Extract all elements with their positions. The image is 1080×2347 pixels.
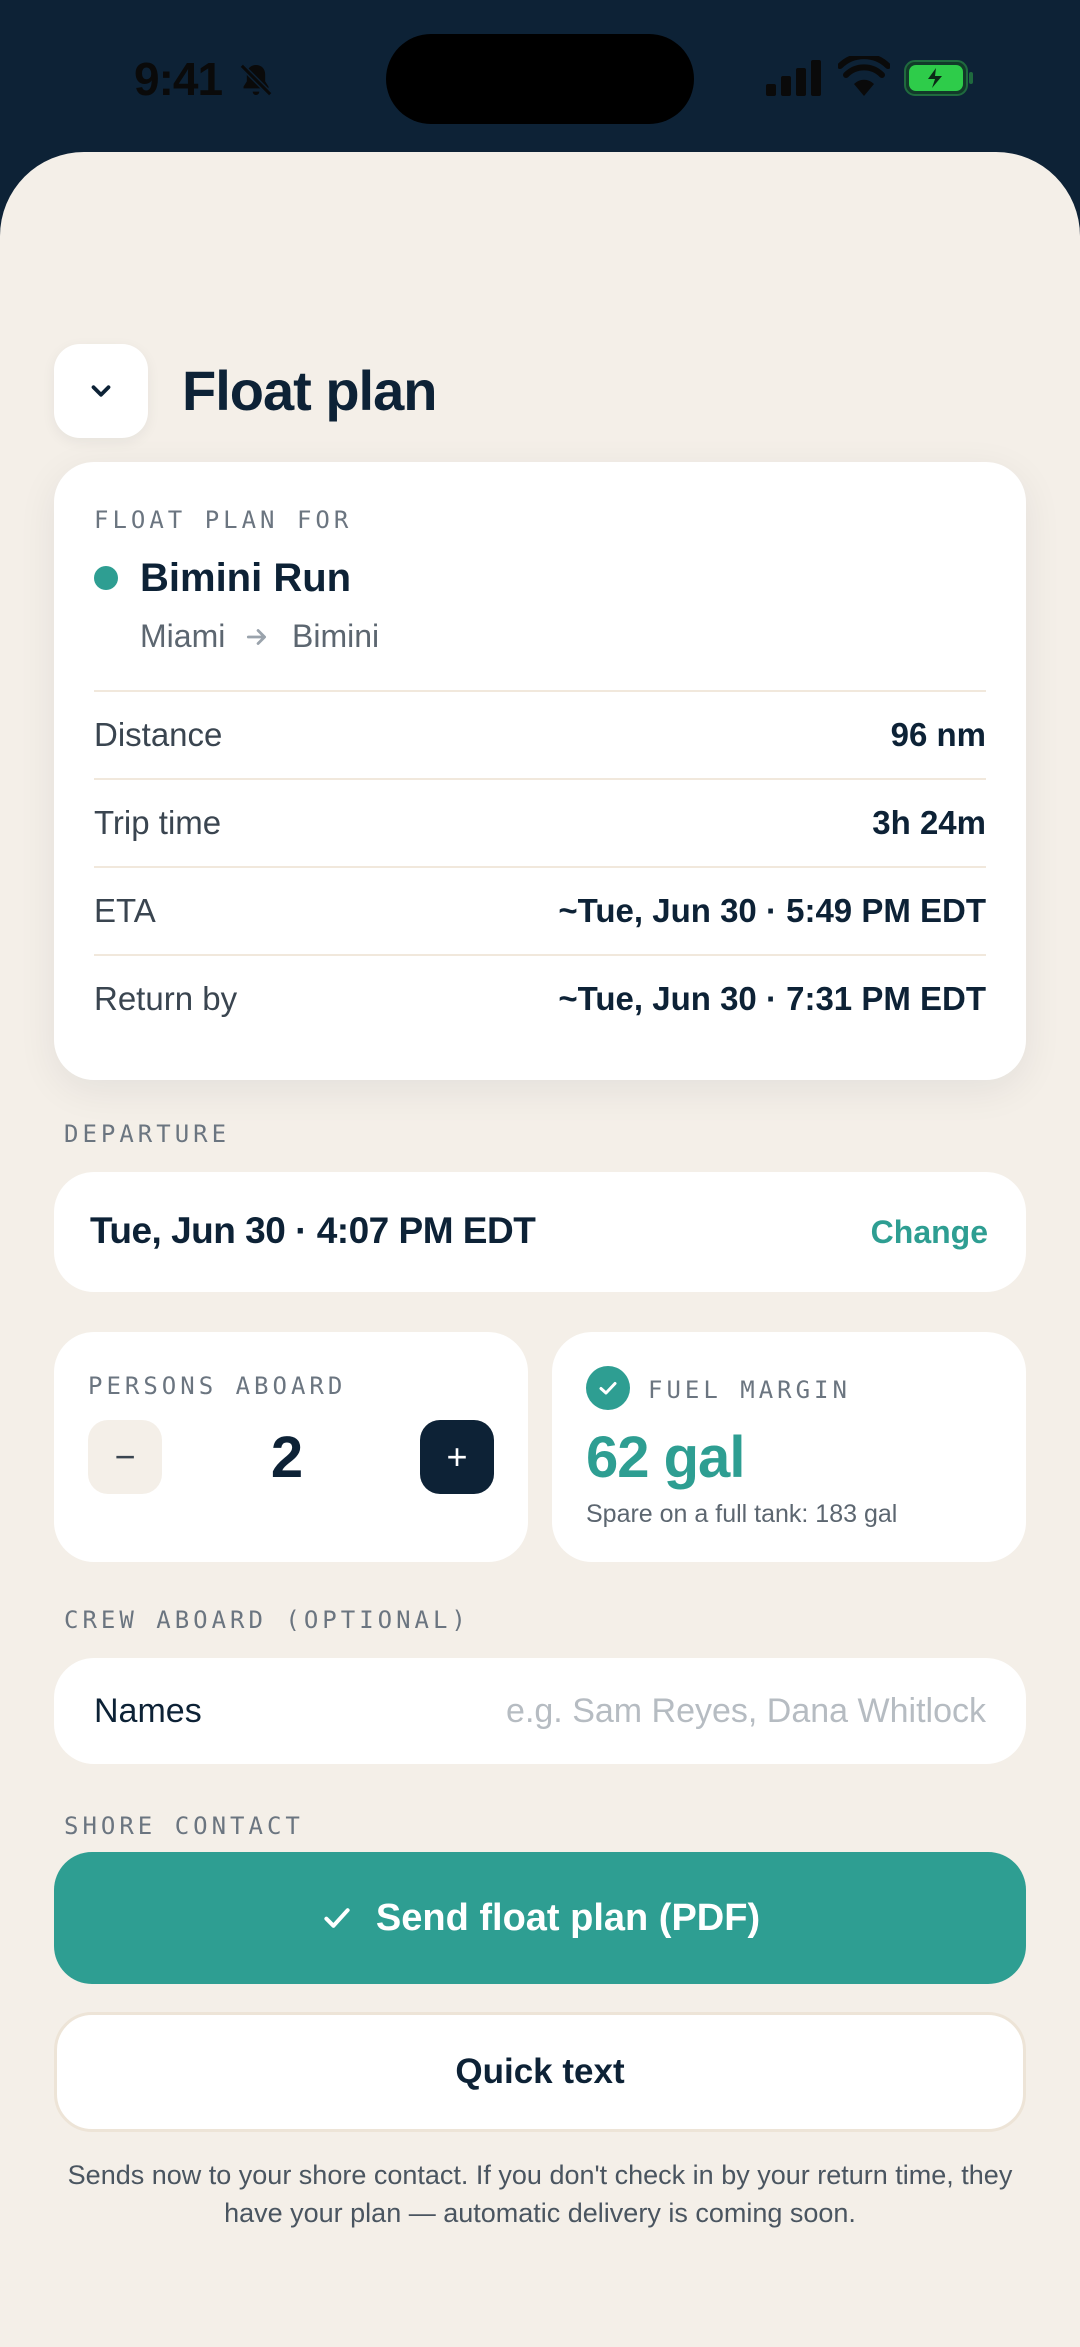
collapse-button[interactable] [54, 344, 148, 438]
dynamic-island [386, 34, 694, 124]
detail-label: Trip time [94, 804, 222, 841]
trip-summary-card: FLOAT PLAN FOR Bimini Run Miami Bimini D… [54, 462, 1026, 1080]
detail-label: Distance [94, 716, 223, 753]
send-float-plan-label: Send float plan (PDF) [375, 1896, 761, 1939]
trip-details: Distance 96 nm Trip time 3h 24m ETA ~Tue… [94, 690, 986, 1042]
status-bar: 9:41 [0, 0, 1080, 150]
crew-section-label: CREW ABOARD (OPTIONAL) [64, 1606, 470, 1634]
crew-names-input[interactable] [426, 1684, 986, 1738]
detail-value: ~Tue, Jun 30 · 7:31 PM EDT [558, 980, 986, 1017]
change-departure-button[interactable]: Change [871, 1214, 988, 1251]
persons-count: 2 [270, 1425, 304, 1490]
detail-row-eta: ETA ~Tue, Jun 30 · 5:49 PM EDT [94, 866, 986, 954]
send-float-plan-button[interactable]: Send float plan (PDF) [54, 1852, 1026, 1984]
decrement-persons-button[interactable]: − [88, 1420, 162, 1494]
cellular-signal-icon [766, 60, 821, 96]
summary-eyebrow: FLOAT PLAN FOR [94, 506, 353, 534]
route-destination: Bimini [292, 618, 380, 654]
detail-label: ETA [94, 892, 156, 929]
fuel-label: FUEL MARGIN [648, 1376, 851, 1404]
checkmark-icon [324, 1908, 350, 1928]
departure-section-label: DEPARTURE [64, 1120, 231, 1148]
detail-row-distance: Distance 96 nm [94, 690, 986, 778]
detail-row-trip-time: Trip time 3h 24m [94, 778, 986, 866]
detail-label: Return by [94, 980, 238, 1017]
increment-persons-button[interactable]: + [420, 1420, 494, 1494]
route-name: Bimini Run [140, 556, 352, 600]
quick-text-button[interactable]: Quick text [54, 2012, 1026, 2132]
battery-icon [904, 60, 973, 96]
detail-value: 3h 24m [872, 804, 986, 841]
shore-contact-section-label: SHORE CONTACT [64, 1812, 304, 1836]
fuel-margin-value: 62 gal [586, 1425, 745, 1490]
fuel-subtext: Spare on a full tank: 183 gal [586, 1500, 898, 1528]
route-origin: Miami [140, 618, 226, 654]
shore-contact-section: SHORE CONTACT [0, 1806, 1080, 1836]
route-status-dot [94, 566, 118, 590]
chevron-down-icon [91, 385, 111, 397]
check-circle-icon [586, 1366, 630, 1410]
detail-value: ~Tue, Jun 30 · 5:49 PM EDT [558, 892, 986, 929]
delivery-footnote: Sends now to your shore contact. If you … [67, 2160, 1013, 2228]
detail-value: 96 nm [890, 716, 986, 753]
status-time: 9:41 [134, 53, 223, 105]
page-title: Float plan [182, 359, 437, 422]
arrow-right-icon [246, 629, 266, 645]
detail-row-return-by: Return by ~Tue, Jun 30 · 7:31 PM EDT [94, 954, 986, 1042]
wifi-icon [838, 56, 890, 96]
crew-names-label: Names [94, 1692, 202, 1730]
fuel-margin-card: FUEL MARGIN 62 gal Spare on a full tank:… [552, 1332, 1026, 1562]
crew-names-card: Names [54, 1658, 1026, 1764]
persons-aboard-card: PERSONS ABOARD − 2 + [54, 1332, 528, 1562]
departure-time: Tue, Jun 30 · 4:07 PM EDT [90, 1210, 536, 1251]
departure-card: Tue, Jun 30 · 4:07 PM EDT Change [54, 1172, 1026, 1292]
persons-label: PERSONS ABOARD [88, 1372, 347, 1400]
bell-slash-icon [239, 63, 273, 97]
